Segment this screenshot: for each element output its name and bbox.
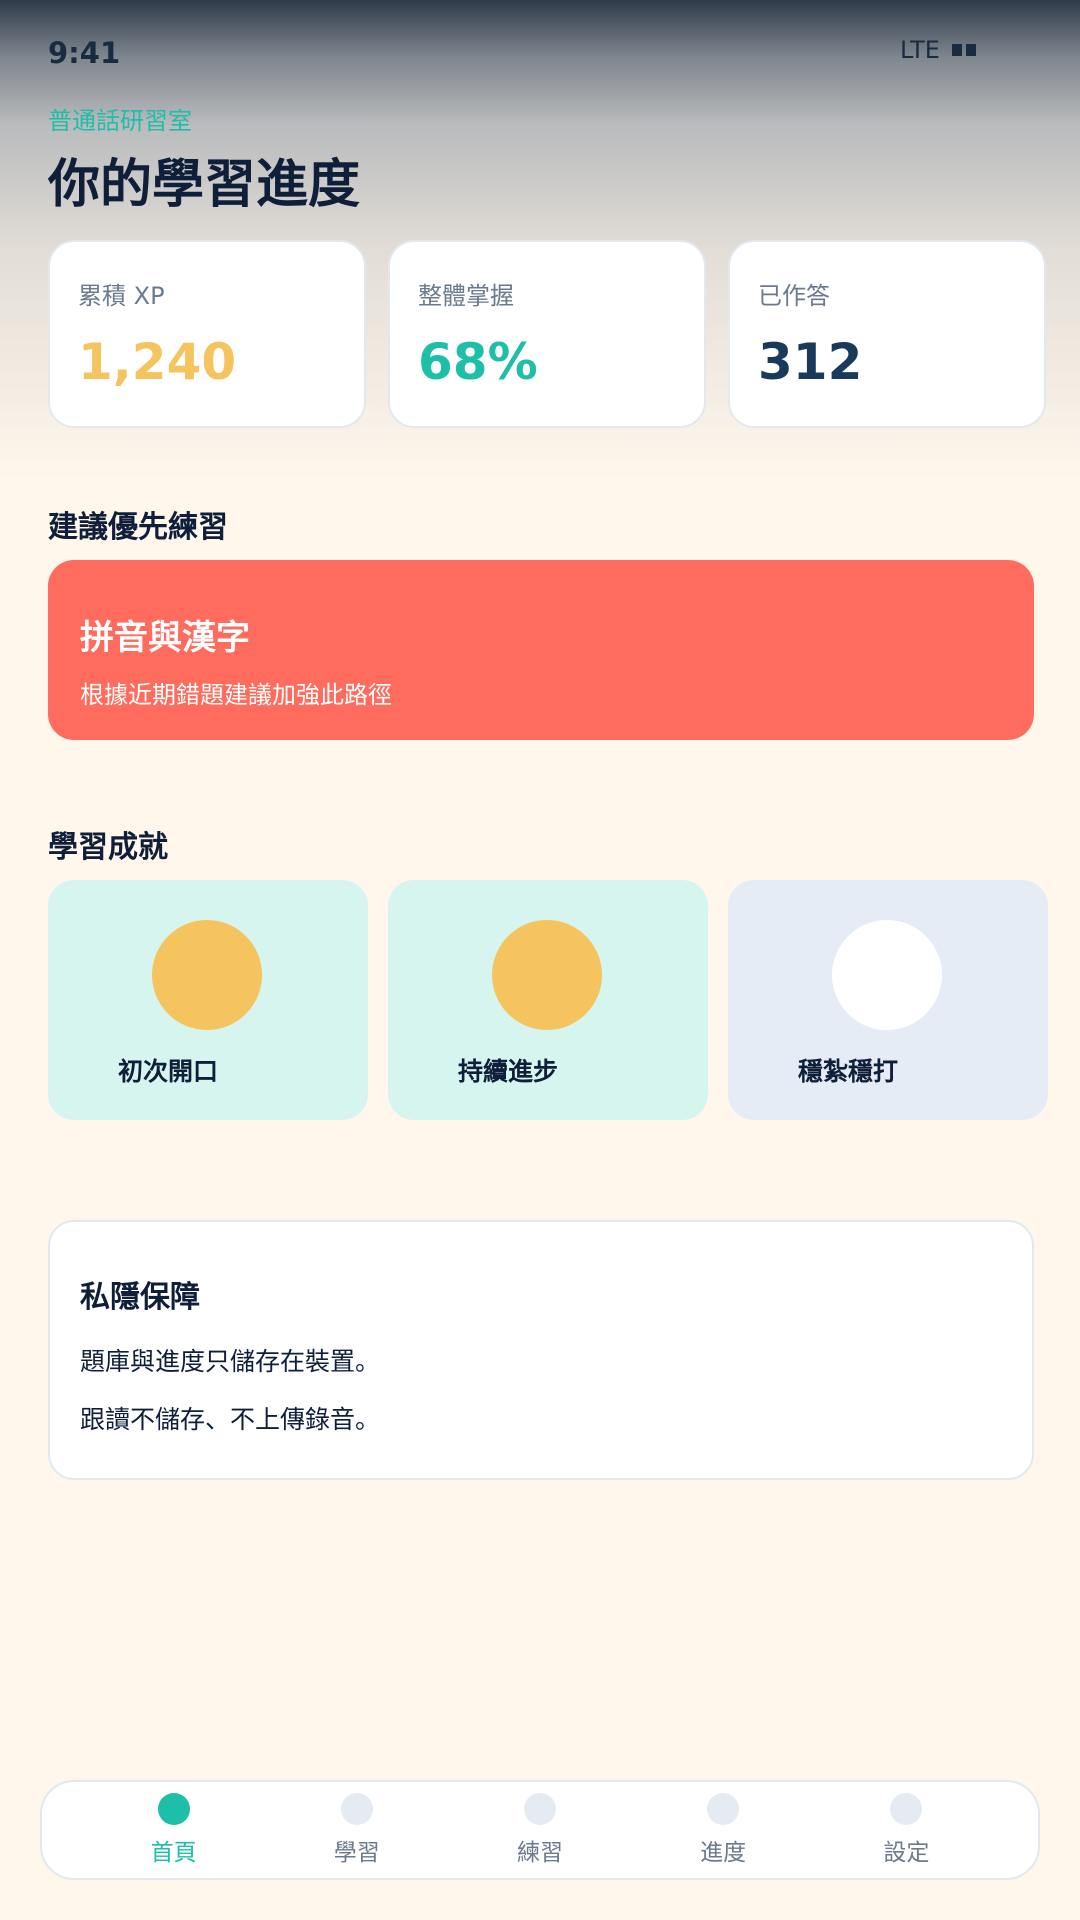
privacy-line: 跟讀不儲存、不上傳錄音。 [80,1405,381,1434]
achievement-badge-icon [832,920,942,1030]
privacy-card: 私隱保障 題庫與進度只儲存在裝置。 跟讀不儲存、不上傳錄音。 [48,1220,1034,1480]
achievement-label: 初次開口 [118,1057,219,1086]
status-time: 9:41 [48,36,121,70]
stat-value: 312 [758,333,863,391]
network-label: LTE [900,36,940,64]
settings-icon [890,1793,923,1825]
stat-card-xp: 累積 XP 1,240 [48,240,366,428]
stat-value: 68% [418,333,538,391]
nav-label: 練習 [516,1840,563,1866]
achievement-label: 持續進步 [458,1057,559,1086]
stat-label: 整體掌握 [418,282,514,310]
achievement-card[interactable]: 穩紮穩打 [728,880,1048,1120]
status-indicators: LTE [900,36,976,64]
achievement-card[interactable]: 持續進步 [388,880,708,1120]
nav-label: 設定 [883,1840,930,1866]
achievements-section-title: 學習成就 [48,830,168,865]
nav-label: 首頁 [150,1840,197,1866]
nav-item-learn[interactable]: 學習 [282,1793,432,1867]
privacy-line: 題庫與進度只儲存在裝置。 [80,1347,381,1376]
nav-item-progress[interactable]: 進度 [648,1793,798,1867]
bottom-nav: 首頁 學習 練習 進度 設定 [40,1780,1040,1880]
achievement-badge-icon [492,920,602,1030]
stat-card-mastery: 整體掌握 68% [388,240,706,428]
nav-item-settings[interactable]: 設定 [831,1793,981,1867]
nav-item-home[interactable]: 首頁 [99,1793,249,1867]
nav-item-practice[interactable]: 練習 [465,1793,615,1867]
battery-icon [951,44,976,56]
learn-icon [340,1793,373,1825]
nav-label: 學習 [333,1840,380,1866]
privacy-title: 私隱保障 [80,1280,200,1315]
stat-value: 1,240 [78,333,237,391]
priority-card-description: 根據近期錯題建議加強此路徑 [80,681,392,709]
stat-label: 已作答 [758,282,830,310]
achievement-badge-icon [152,920,262,1030]
nav-label: 進度 [700,1840,747,1866]
practice-icon [523,1793,556,1825]
stat-card-answered: 已作答 312 [728,240,1046,428]
home-icon [157,1793,190,1825]
priority-section-title: 建議優先練習 [48,510,228,545]
stat-label: 累積 XP [78,282,165,310]
achievement-card[interactable]: 初次開口 [48,880,368,1120]
priority-card-title: 拼音與漢字 [80,618,250,658]
priority-card[interactable]: 拼音與漢字 根據近期錯題建議加強此路徑 [48,560,1034,740]
progress-icon [707,1793,740,1825]
app-label: 普通話研習室 [48,107,192,135]
achievement-label: 穩紮穩打 [798,1057,899,1086]
page-title: 你的學習進度 [48,155,361,215]
